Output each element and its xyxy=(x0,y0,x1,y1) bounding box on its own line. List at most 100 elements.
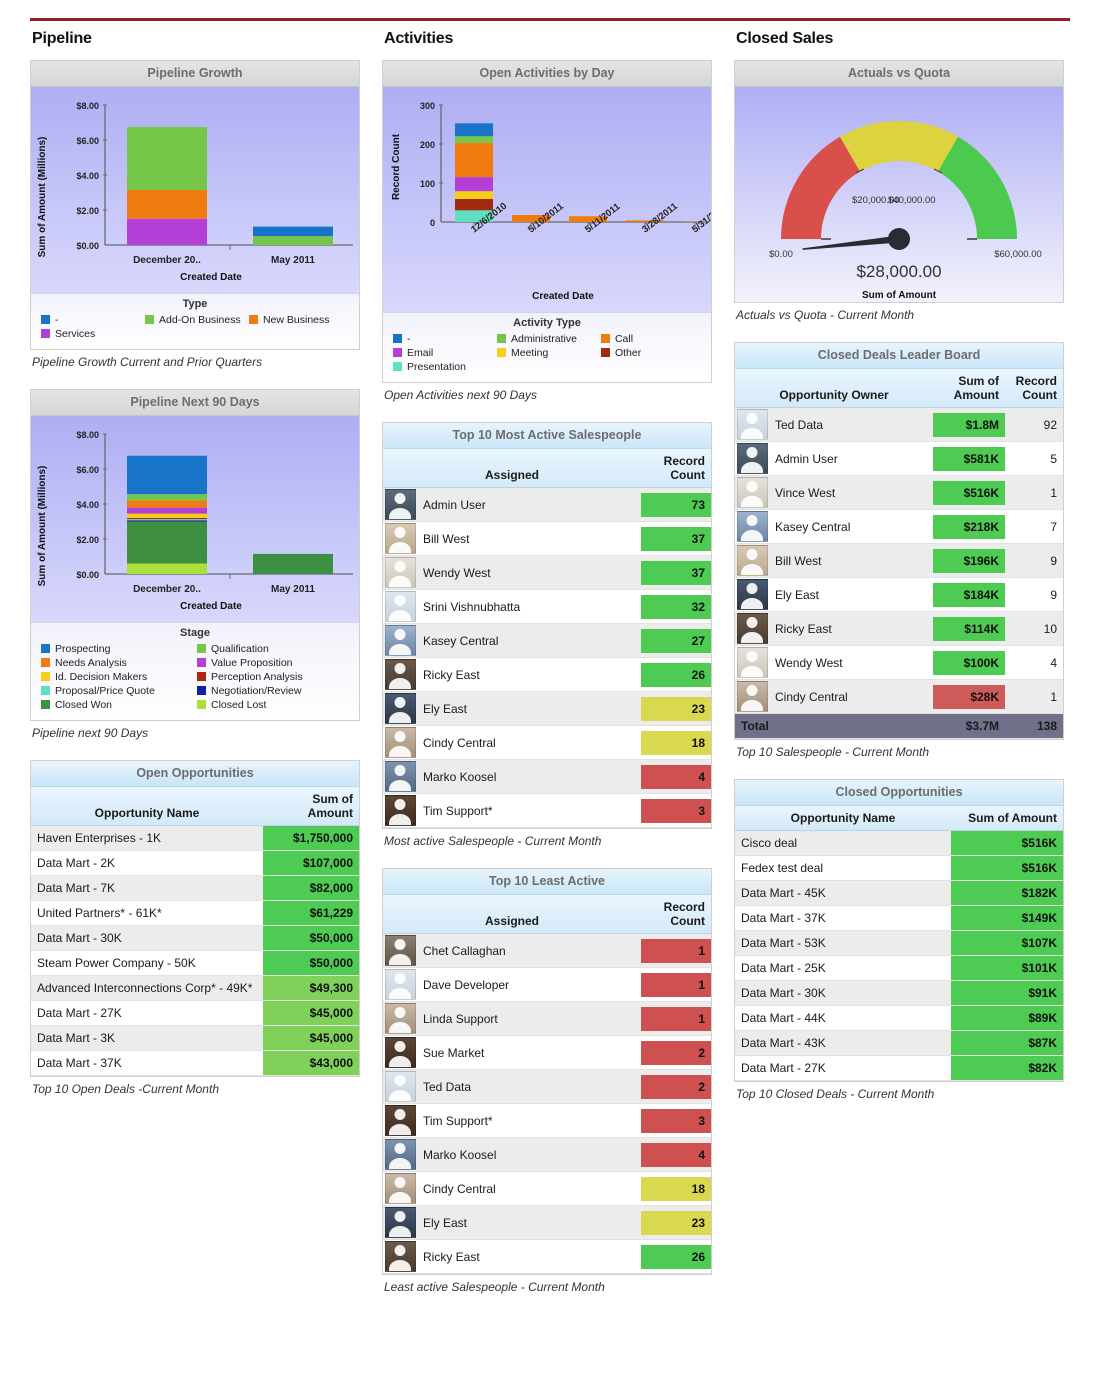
legend-item[interactable]: Negotiation/Review xyxy=(195,685,351,697)
table-row[interactable]: Ricky East 26 xyxy=(383,657,711,692)
table-row[interactable]: Data Mart - 27K $82K xyxy=(735,1055,1063,1081)
table-row[interactable]: Srini Vishnubhatta 32 xyxy=(383,589,711,624)
table-title-open-opportunities[interactable]: Open Opportunities xyxy=(31,761,359,787)
table-row[interactable]: Ted Data $1.8M 92 xyxy=(735,407,1063,442)
table-title-least-active[interactable]: Top 10 Least Active xyxy=(383,869,711,895)
table-row[interactable]: Haven Enterprises - 1K $1,750,000 xyxy=(31,825,359,851)
col-opportunity-name[interactable]: Opportunity Name xyxy=(31,787,263,826)
table-row[interactable]: Chet Callaghan 1 xyxy=(383,933,711,968)
column-pipeline: Pipeline Pipeline Growth Sum of Amount (… xyxy=(30,30,360,1116)
chart-plot-pipeline-growth[interactable]: Sum of Amount (Millions) $8.00 $6.00 $4.… xyxy=(31,87,359,293)
table-row[interactable]: Data Mart - 45K $182K xyxy=(735,880,1063,906)
legend-item[interactable]: Qualification xyxy=(195,643,351,655)
table-row[interactable]: Ely East 23 xyxy=(383,1205,711,1240)
chart-plot-pipeline-90[interactable]: Sum of Amount (Millions) $8.00 $6.00 $4.… xyxy=(31,416,359,622)
table-row[interactable]: Vince West $516K 1 xyxy=(735,475,1063,510)
table-row[interactable]: Cindy Central $28K 1 xyxy=(735,679,1063,714)
legend-item[interactable]: Services xyxy=(39,328,143,340)
table-row[interactable]: Tim Support* 3 xyxy=(383,793,711,828)
cell-count: 9 xyxy=(1005,543,1063,578)
col-sum-of-amount[interactable]: Sum of Amount xyxy=(933,369,1005,408)
chart-title-actuals-vs-quota[interactable]: Actuals vs Quota xyxy=(735,61,1063,87)
col-record-count[interactable]: Record Count xyxy=(641,449,711,488)
legend-item[interactable]: Prospecting xyxy=(39,643,195,655)
table-row[interactable]: Sue Market 2 xyxy=(383,1035,711,1070)
legend-item[interactable]: Id. Decision Makers xyxy=(39,671,195,683)
table-row[interactable]: Data Mart - 2K $107,000 xyxy=(31,850,359,876)
chart-plot-gauge[interactable]: $20,000.00 $40,000.00 $0.00 $60,000.00 $… xyxy=(735,87,1063,302)
table-row[interactable]: Linda Support 1 xyxy=(383,1001,711,1036)
chart-title-pipeline-growth[interactable]: Pipeline Growth xyxy=(31,61,359,87)
table-row[interactable]: Data Mart - 30K $50,000 xyxy=(31,925,359,951)
table-row[interactable]: Cindy Central 18 xyxy=(383,1171,711,1206)
table-row[interactable]: United Partners* - 61K* $61,229 xyxy=(31,900,359,926)
cell-amount: $87K xyxy=(951,1030,1063,1056)
table-row[interactable]: Fedex test deal $516K xyxy=(735,855,1063,881)
legend-item[interactable]: Proposal/Price Quote xyxy=(39,685,195,697)
table-row[interactable]: Admin User $581K 5 xyxy=(735,441,1063,476)
table-row[interactable]: Cisco deal $516K xyxy=(735,830,1063,856)
table-row[interactable]: Wendy West $100K 4 xyxy=(735,645,1063,680)
cell-amount: $82,000 xyxy=(263,875,359,901)
table-row[interactable]: Data Mart - 44K $89K xyxy=(735,1005,1063,1031)
table-title-closed-opportunities[interactable]: Closed Opportunities xyxy=(735,780,1063,806)
table-row[interactable]: Kasey Central 27 xyxy=(383,623,711,658)
legend-item[interactable]: Value Proposition xyxy=(195,657,351,669)
legend-item[interactable]: - xyxy=(39,314,143,326)
legend-item[interactable]: Add-On Business xyxy=(143,314,247,326)
legend-item[interactable]: Needs Analysis xyxy=(39,657,195,669)
legend-item[interactable]: Email xyxy=(391,347,495,359)
avatar xyxy=(384,1003,416,1034)
legend-item[interactable]: Presentation xyxy=(391,361,495,373)
table-row[interactable]: Marko Koosel 4 xyxy=(383,759,711,794)
legend-item[interactable]: Perception Analysis xyxy=(195,671,351,683)
chart-title-pipeline-90[interactable]: Pipeline Next 90 Days xyxy=(31,390,359,416)
legend-item[interactable]: Other xyxy=(599,347,703,359)
table-row[interactable]: Tim Support* 3 xyxy=(383,1103,711,1138)
table-row[interactable]: Admin User 73 xyxy=(383,487,711,522)
table-row[interactable]: Data Mart - 37K $43,000 xyxy=(31,1050,359,1076)
legend-item[interactable]: - xyxy=(391,333,495,345)
table-row[interactable]: Bill West 37 xyxy=(383,521,711,556)
legend-item[interactable]: New Business xyxy=(247,314,351,326)
table-row[interactable]: Data Mart - 27K $45,000 xyxy=(31,1000,359,1026)
table-row[interactable]: Steam Power Company - 50K $50,000 xyxy=(31,950,359,976)
table-row[interactable]: Bill West $196K 9 xyxy=(735,543,1063,578)
col-sum-of-amount[interactable]: Sum of Amount xyxy=(263,787,359,826)
col-assigned[interactable]: Assigned xyxy=(383,895,641,934)
table-row[interactable]: Ely East $184K 9 xyxy=(735,577,1063,612)
chart-title-open-activities[interactable]: Open Activities by Day xyxy=(383,61,711,87)
table-row[interactable]: Data Mart - 7K $82,000 xyxy=(31,875,359,901)
chart-plot-open-activities[interactable]: Record Count 300 200 100 0 12/6/2010 5/1… xyxy=(383,87,711,312)
table-row[interactable]: Data Mart - 3K $45,000 xyxy=(31,1025,359,1051)
table-title-most-active[interactable]: Top 10 Most Active Salespeople xyxy=(383,423,711,449)
legend-item[interactable]: Meeting xyxy=(495,347,599,359)
col-sum-of-amount[interactable]: Sum of Amount xyxy=(951,806,1063,831)
col-assigned[interactable]: Assigned xyxy=(383,449,641,488)
col-record-count[interactable]: Record Count xyxy=(641,895,711,934)
table-row[interactable]: Dave Developer 1 xyxy=(383,967,711,1002)
table-row[interactable]: Wendy West 37 xyxy=(383,555,711,590)
table-row[interactable]: Data Mart - 53K $107K xyxy=(735,930,1063,956)
legend-item[interactable]: Administrative xyxy=(495,333,599,345)
col-record-count[interactable]: Record Count xyxy=(1005,369,1063,408)
table-row[interactable]: Ricky East 26 xyxy=(383,1239,711,1274)
legend-item[interactable]: Closed Won xyxy=(39,699,195,711)
table-row[interactable]: Data Mart - 25K $101K xyxy=(735,955,1063,981)
table-row[interactable]: Advanced Interconnections Corp* - 49K* $4… xyxy=(31,975,359,1001)
legend-item[interactable]: Call xyxy=(599,333,703,345)
component-open-activities: Open Activities by Day Record Count 300 … xyxy=(382,60,712,402)
table-row[interactable]: Ted Data 2 xyxy=(383,1069,711,1104)
table-title-leader-board[interactable]: Closed Deals Leader Board xyxy=(735,343,1063,369)
col-opportunity-owner[interactable]: Opportunity Owner xyxy=(735,369,933,408)
table-row[interactable]: Marko Koosel 4 xyxy=(383,1137,711,1172)
legend-item[interactable]: Closed Lost xyxy=(195,699,351,711)
table-row[interactable]: Ricky East $114K 10 xyxy=(735,611,1063,646)
col-opportunity-name[interactable]: Opportunity Name xyxy=(735,806,951,831)
table-row[interactable]: Data Mart - 37K $149K xyxy=(735,905,1063,931)
table-row[interactable]: Kasey Central $218K 7 xyxy=(735,509,1063,544)
table-row[interactable]: Cindy Central 18 xyxy=(383,725,711,760)
table-row[interactable]: Ely East 23 xyxy=(383,691,711,726)
table-row[interactable]: Data Mart - 43K $87K xyxy=(735,1030,1063,1056)
table-row[interactable]: Data Mart - 30K $91K xyxy=(735,980,1063,1006)
